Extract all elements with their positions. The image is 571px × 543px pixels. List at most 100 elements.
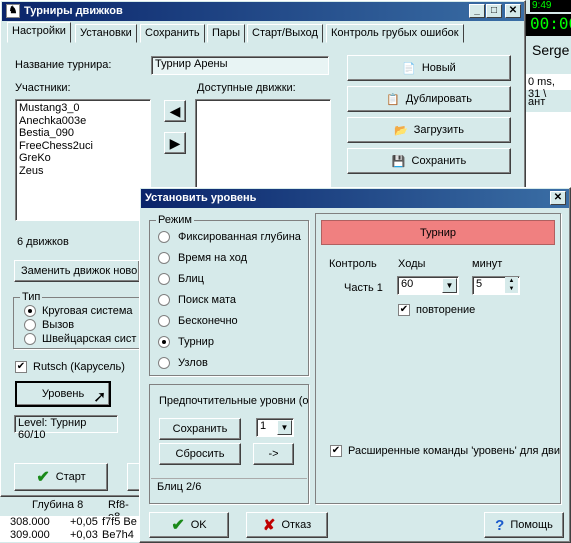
type-round-robin[interactable]: Круговая система	[24, 305, 133, 317]
preset-save-button[interactable]: Сохранить	[159, 418, 241, 440]
minutes-stepper[interactable]: 5 ▲ ▼	[472, 276, 520, 295]
checkbox[interactable]: ✔	[15, 361, 27, 373]
tournament-name-label: Название турнира:	[15, 59, 112, 71]
mode-blitz[interactable]: Блиц	[158, 273, 204, 285]
check-icon: ✔	[171, 517, 185, 534]
type-challenge-label: Вызов	[42, 319, 75, 331]
dialog-titlebar: Установить уровень ✕	[141, 189, 569, 208]
checkbox[interactable]: ✔	[330, 445, 342, 457]
move-left-button[interactable]: ◀	[164, 100, 186, 122]
bg-clock: 00:00	[526, 14, 571, 36]
preset-slot-select[interactable]: 1 ▼	[256, 418, 294, 437]
bg-player: Serge	[532, 42, 570, 58]
mode-infinite[interactable]: Бесконечно	[158, 315, 238, 327]
type-swiss[interactable]: Швейцарская сист	[24, 333, 136, 345]
apply-preset-button[interactable]: ->	[253, 443, 294, 465]
bg-score: +0,03	[70, 529, 98, 541]
mode-time-per-move[interactable]: Время на ход	[158, 252, 247, 264]
new-label: Новый	[421, 62, 456, 74]
check-icon: ✔	[36, 469, 50, 486]
mode-nodes-label: Узлов	[178, 357, 208, 369]
tab-settings[interactable]: Настройки	[7, 22, 71, 43]
rutsch-checkbox[interactable]: ✔ Rutsch (Карусель)	[15, 361, 125, 373]
preset-reset-button[interactable]: Сбросить	[159, 443, 241, 465]
mode-blitz-label: Блиц	[178, 273, 204, 285]
save-button[interactable]: 💾 Сохранить	[347, 148, 511, 174]
checkbox[interactable]: ✔	[398, 304, 410, 316]
tournament-name-field[interactable]: Турнир Арены	[151, 56, 329, 75]
app-icon: ♞	[6, 4, 20, 18]
move-right-button[interactable]: ▶	[164, 132, 186, 154]
list-item[interactable]: Bestia_090	[19, 127, 147, 140]
floppy-icon: 💾	[391, 155, 406, 168]
set-level-dialog: Установить уровень ✕ Режим Фиксированная…	[139, 187, 571, 543]
available-engines-label: Доступные движки:	[197, 82, 296, 94]
repeat-checkbox[interactable]: ✔ повторение	[398, 304, 475, 316]
help-icon: ?	[495, 516, 505, 534]
dialog-close-button[interactable]: ✕	[550, 191, 566, 205]
mode-mate-search[interactable]: Поиск мата	[158, 294, 236, 306]
maximize-button[interactable]: □	[486, 4, 502, 18]
radio-button[interactable]	[158, 273, 170, 285]
ok-label: OK	[190, 519, 207, 531]
load-button[interactable]: 📂 Загрузить	[347, 117, 511, 143]
radio-button[interactable]	[158, 294, 170, 306]
mode-tournament[interactable]: Турнир	[158, 336, 214, 348]
radio-button[interactable]	[24, 305, 36, 317]
radio-button[interactable]	[158, 357, 170, 369]
mode-group-label: Режим	[156, 214, 194, 226]
ok-button[interactable]: ✔ OK	[149, 512, 229, 538]
list-item[interactable]: GreKo	[19, 152, 147, 165]
cancel-label: Отказ	[281, 519, 312, 531]
radio-button[interactable]	[158, 336, 170, 348]
repeat-label: повторение	[416, 304, 476, 316]
close-button[interactable]: ✕	[505, 4, 521, 18]
list-item[interactable]: Mustang3_0	[19, 102, 147, 115]
radio-button[interactable]	[24, 333, 36, 345]
bg-time: 9:49	[530, 0, 571, 12]
tab-pairs[interactable]: Пары	[207, 24, 246, 43]
replace-engine-button[interactable]: Заменить движок ново	[14, 260, 140, 282]
stepper-down-icon[interactable]: ▼	[505, 285, 518, 293]
tab-start-exit[interactable]: Старт/Выход	[247, 24, 323, 43]
cursor-icon: ➚	[93, 389, 107, 406]
moves-value: 60	[401, 278, 414, 290]
mode-group: Режим Фиксированная глубина Время на ход…	[149, 214, 309, 376]
mode-infinite-label: Бесконечно	[178, 315, 238, 327]
window-title: Турниры движков	[24, 5, 123, 17]
start-button[interactable]: ✔ Старт	[14, 463, 108, 491]
list-item[interactable]: Zeus	[19, 165, 147, 178]
chevron-down-icon[interactable]: ▼	[442, 278, 457, 293]
minimize-button[interactable]: _	[469, 4, 485, 18]
mode-nodes[interactable]: Узлов	[158, 357, 208, 369]
preferred-levels-group: Предпочтительные уровни (ос Сохранить Сб…	[149, 384, 309, 504]
tab-save[interactable]: Сохранить	[140, 24, 205, 43]
load-label: Загрузить	[413, 124, 464, 136]
new-button[interactable]: 📄 Новый	[347, 55, 511, 81]
new-icon: 📄	[402, 62, 416, 75]
stepper-up-icon[interactable]: ▲	[505, 277, 518, 285]
available-engines-list[interactable]	[195, 99, 331, 194]
bg-depth: Глубина 8	[32, 499, 84, 511]
radio-button[interactable]	[158, 315, 170, 327]
chevron-down-icon[interactable]: ▼	[277, 420, 292, 435]
radio-button[interactable]	[24, 319, 36, 331]
type-challenge[interactable]: Вызов	[24, 319, 74, 331]
tab-blunder-control[interactable]: Контроль грубых ошибок	[326, 24, 464, 43]
list-item[interactable]: FreeChess2uci	[19, 140, 147, 153]
tab-setup[interactable]: Установки	[75, 24, 137, 43]
part-label: Часть 1	[344, 282, 383, 294]
list-item[interactable]: Anechka003e	[19, 115, 147, 128]
radio-button[interactable]	[158, 231, 170, 243]
preferred-levels-label: Предпочтительные уровни (ос	[159, 395, 308, 407]
duplicate-button[interactable]: 📋 Дублировать	[347, 86, 511, 112]
moves-select[interactable]: 60 ▼	[397, 276, 459, 295]
bg-nodes: 308.000	[10, 516, 50, 528]
cancel-button[interactable]: ✘ Отказ	[246, 512, 328, 538]
radio-button[interactable]	[158, 252, 170, 264]
minutes-label: минут	[472, 258, 503, 270]
mode-fixed-depth[interactable]: Фиксированная глубина	[158, 231, 301, 243]
participants-list[interactable]: Mustang3_0 Anechka003e Bestia_090 FreeCh…	[15, 99, 151, 221]
extended-commands-checkbox[interactable]: ✔ Расширенные команды 'уровень' для дви	[330, 445, 560, 457]
help-button[interactable]: ? Помощь	[484, 512, 564, 538]
